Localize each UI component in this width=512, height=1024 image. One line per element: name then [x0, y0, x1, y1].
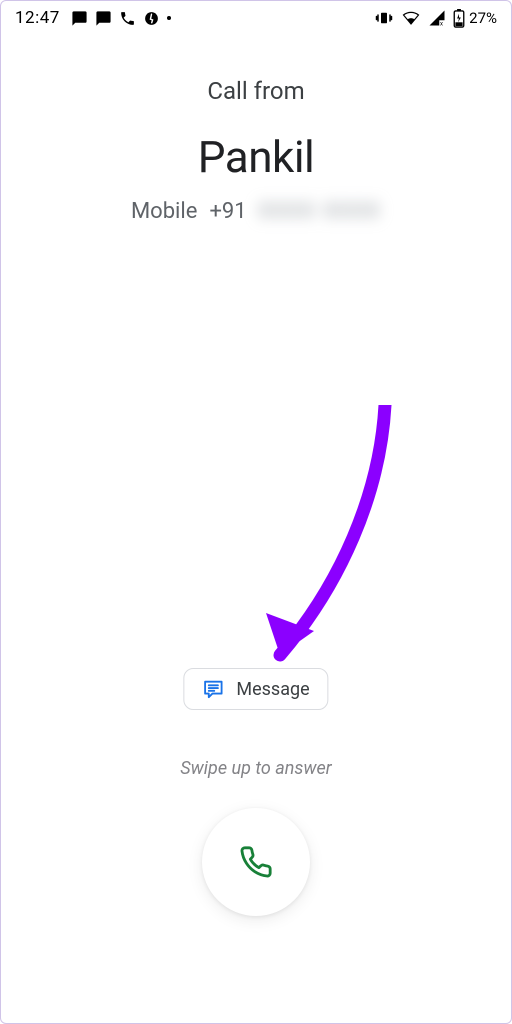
- call-from-label: Call from: [1, 77, 511, 105]
- status-clock: 12:47: [15, 8, 60, 28]
- app-icon: [143, 10, 160, 27]
- caller-number-row: Mobile +91 0000 0000: [1, 199, 511, 224]
- status-bar: 12:47 x 27%: [1, 1, 511, 29]
- country-code: +91: [209, 199, 246, 224]
- cellular-signal-icon: x: [428, 9, 446, 27]
- answer-call-button[interactable]: [202, 808, 310, 916]
- wifi-icon: [401, 9, 421, 27]
- battery-icon: [453, 9, 465, 28]
- status-left: 12:47: [15, 8, 171, 28]
- caller-name: Pankil: [1, 131, 511, 183]
- redacted-phone-number: 0000 0000: [259, 199, 381, 224]
- status-right: x 27%: [374, 9, 497, 28]
- message-button[interactable]: Message: [183, 668, 328, 710]
- message-button-label: Message: [236, 679, 309, 700]
- phone-icon: [119, 10, 136, 27]
- line-type: Mobile: [131, 199, 197, 224]
- swipe-hint: Swipe up to answer: [0, 758, 512, 779]
- chat-filled-icon: [71, 10, 88, 27]
- annotation-arrow: [250, 405, 410, 685]
- battery-percent: 27%: [469, 9, 497, 27]
- vibrate-icon: [374, 9, 394, 27]
- message-icon: [202, 678, 224, 700]
- more-notifications-icon: [167, 16, 171, 20]
- battery-indicator: 27%: [453, 9, 497, 28]
- phone-handset-icon: [239, 845, 273, 879]
- svg-text:x: x: [440, 21, 443, 28]
- chat-filled-icon: [95, 10, 112, 27]
- incoming-call-header: Call from Pankil Mobile +91 0000 0000: [1, 77, 511, 224]
